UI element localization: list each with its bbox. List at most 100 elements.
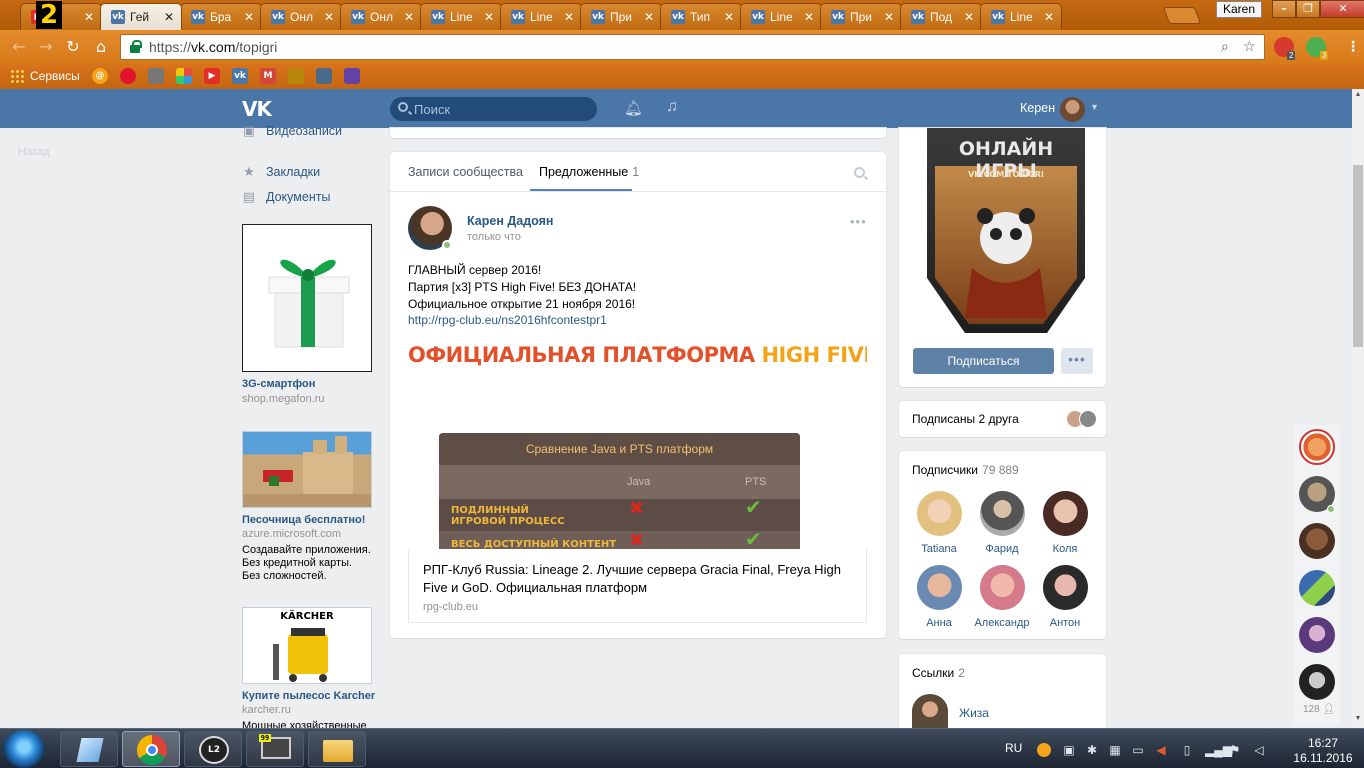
scroll-down-arrow-icon[interactable]: ▼ (1353, 715, 1363, 722)
bookmark-star-icon[interactable]: ☆ (1243, 38, 1256, 55)
chat-avatar[interactable] (1299, 664, 1335, 700)
browser-tab[interactable]: vk Онл ✕ (340, 3, 422, 30)
tools-bookmark-icon[interactable] (316, 68, 332, 84)
speaker-icon[interactable]: ◁ (1252, 743, 1266, 757)
chat-avatar[interactable] (1299, 523, 1335, 559)
drive-icon[interactable]: ▭ (1131, 743, 1145, 757)
dots-bookmark-icon[interactable] (176, 68, 192, 84)
language-indicator[interactable]: RU (1005, 741, 1022, 755)
chat-avatar[interactable] (1299, 617, 1335, 653)
close-tab-icon[interactable]: ✕ (563, 10, 575, 24)
taskbar-app-explorer[interactable] (308, 731, 366, 767)
taskbar-clock[interactable]: 16:27 16.11.2016 (1293, 736, 1353, 766)
ad-gift-image[interactable] (242, 224, 372, 372)
network-signal-icon[interactable]: ▂▄▆ (1205, 743, 1232, 757)
taskbar-app-paper[interactable] (60, 731, 118, 767)
browser-tab[interactable]: vk Line ✕ (740, 3, 822, 30)
vk-bookmark-icon[interactable]: vk (232, 68, 248, 84)
close-window-button[interactable]: ✕ (1320, 0, 1364, 18)
browser-tab[interactable]: vk При ✕ (820, 3, 902, 30)
browser-tab[interactable]: vk Line ✕ (980, 3, 1062, 30)
follower-item[interactable]: Tatiana (908, 491, 970, 555)
left-nav-bookmarks[interactable]: ★ Закладки (242, 165, 320, 180)
tab-suggested-posts[interactable]: Предложенные 1 (539, 165, 639, 179)
page-scrollbar[interactable]: ▲ ▼ (1352, 89, 1364, 728)
left-nav-documents[interactable]: ▤ Документы (242, 190, 331, 205)
close-tab-icon[interactable]: ✕ (83, 10, 95, 24)
close-tab-icon[interactable]: ✕ (323, 10, 335, 24)
home-icon[interactable]: ⌂ (92, 38, 110, 56)
start-button[interactable] (3, 730, 45, 768)
address-bar[interactable]: https://vk.com/topigri ⌕ ☆ (120, 34, 1265, 60)
bluetooth-icon[interactable]: ✱ (1085, 743, 1099, 757)
browser-tab[interactable]: vk Line ✕ (420, 3, 502, 30)
ad-title-1[interactable]: 3G-смартфон (242, 378, 315, 390)
ad-karcher-image[interactable]: KÄRCHER (242, 607, 372, 684)
close-tab-icon[interactable]: ✕ (803, 10, 815, 24)
chevron-down-icon[interactable]: ▼ (1090, 102, 1099, 112)
action-center-flag-icon[interactable]: ⚑ (1228, 743, 1242, 757)
chrome-menu-icon[interactable]: ⋮ (1346, 38, 1360, 56)
tray-app-icon[interactable] (1037, 743, 1051, 757)
vk-user-name[interactable]: Керен (1020, 101, 1055, 115)
post-link[interactable]: http://rpg-club.eu/ns2016hfcontestpr1 (408, 313, 607, 327)
link-avatar[interactable] (912, 694, 948, 728)
follower-item[interactable]: Коля (1034, 491, 1096, 555)
left-nav-videos[interactable]: ▣ Видеозаписи (242, 124, 342, 139)
link-snippet[interactable]: РПГ-Клуб Russia: Lineage 2. Лучшие серве… (408, 549, 867, 623)
vk-user-avatar[interactable] (1060, 97, 1085, 122)
ad-title-2[interactable]: Песочница бесплатно! (242, 514, 365, 526)
ad-sandcastle-image[interactable] (242, 431, 372, 508)
close-tab-icon[interactable]: ✕ (883, 10, 895, 24)
chat-avatar[interactable] (1299, 570, 1335, 606)
taskbar-app-game[interactable]: L2 (184, 731, 242, 767)
browser-tab[interactable]: vk Line ✕ (500, 3, 582, 30)
close-tab-icon[interactable]: ✕ (723, 10, 735, 24)
link-item[interactable]: Жиза (959, 706, 989, 720)
close-tab-icon[interactable]: ✕ (403, 10, 415, 24)
scroll-thumb[interactable] (1353, 165, 1363, 347)
wall-search-icon[interactable] (854, 167, 865, 178)
browser-tab[interactable]: vk При ✕ (580, 3, 662, 30)
post-more-icon[interactable]: ••• (850, 214, 867, 229)
zoom-icon[interactable]: ⌕ (1221, 38, 1229, 55)
close-tab-icon[interactable]: ✕ (963, 10, 975, 24)
gmail-bookmark-icon[interactable]: M (260, 68, 276, 84)
ad-title-3[interactable]: Купите пылесос Karcher (242, 690, 375, 702)
online-friends-count[interactable]: 128 👤︎ (1303, 704, 1335, 715)
volume-muted-app-icon[interactable]: ◀ (1154, 743, 1168, 757)
post-timestamp[interactable]: только что (467, 231, 521, 243)
browser-tab[interactable]: vk Тип ✕ (660, 3, 742, 30)
taskbar-app-monitor[interactable]: 99 (246, 731, 304, 767)
tab-community-posts[interactable]: Записи сообщества (408, 165, 523, 179)
snippet-image[interactable]: ОФИЦИАЛЬНАЯ ПЛАТФОРМА HIGH FIVE Сравнени… (408, 336, 867, 549)
snippet-title[interactable]: РПГ-Клуб Russia: Lineage 2. Лучшие серве… (423, 561, 843, 597)
follower-item[interactable]: Фарид (971, 491, 1033, 555)
browser-tab[interactable]: vk Гей ✕ (100, 3, 182, 30)
close-tab-icon[interactable]: ✕ (643, 10, 655, 24)
community-more-button[interactable]: ••• (1061, 348, 1093, 374)
reload-icon[interactable]: ↻ (64, 38, 82, 56)
power-icon[interactable]: ▯ (1180, 743, 1194, 757)
tray-app-icon[interactable]: ▣ (1062, 743, 1076, 757)
browser-tab[interactable]: vk Онл ✕ (260, 3, 342, 30)
follower-item[interactable]: Анна (908, 565, 970, 629)
apps-shortcut[interactable]: Сервисы (10, 69, 80, 83)
subscribe-button[interactable]: Подписаться (913, 348, 1054, 374)
post-author-name[interactable]: Карен Дадоян (467, 214, 553, 228)
friends-subscribed-card[interactable]: Подписаны 2 друга (899, 401, 1106, 437)
maximize-button[interactable]: ❐ (1296, 0, 1320, 18)
music-note-icon[interactable]: ♫ (666, 98, 678, 116)
scroll-up-arrow-icon[interactable]: ▲ (1353, 91, 1363, 98)
close-tab-icon[interactable]: ✕ (163, 10, 175, 24)
notifications-bell-icon[interactable]: 🔔︎ (624, 99, 643, 117)
close-tab-icon[interactable]: ✕ (1043, 10, 1055, 24)
tray-app-icon[interactable]: ▦ (1108, 743, 1122, 757)
close-tab-icon[interactable]: ✕ (483, 10, 495, 24)
redbook-bookmark-icon[interactable] (120, 68, 136, 84)
links-header[interactable]: Ссылки 2 (912, 666, 965, 680)
vk-logo-icon[interactable]: VK (242, 99, 272, 119)
followers-header[interactable]: Подписчики 79 889 (912, 463, 1019, 477)
browser-tab[interactable]: vk Под ✕ (900, 3, 982, 30)
back-arrow-icon[interactable]: ← (10, 38, 28, 56)
